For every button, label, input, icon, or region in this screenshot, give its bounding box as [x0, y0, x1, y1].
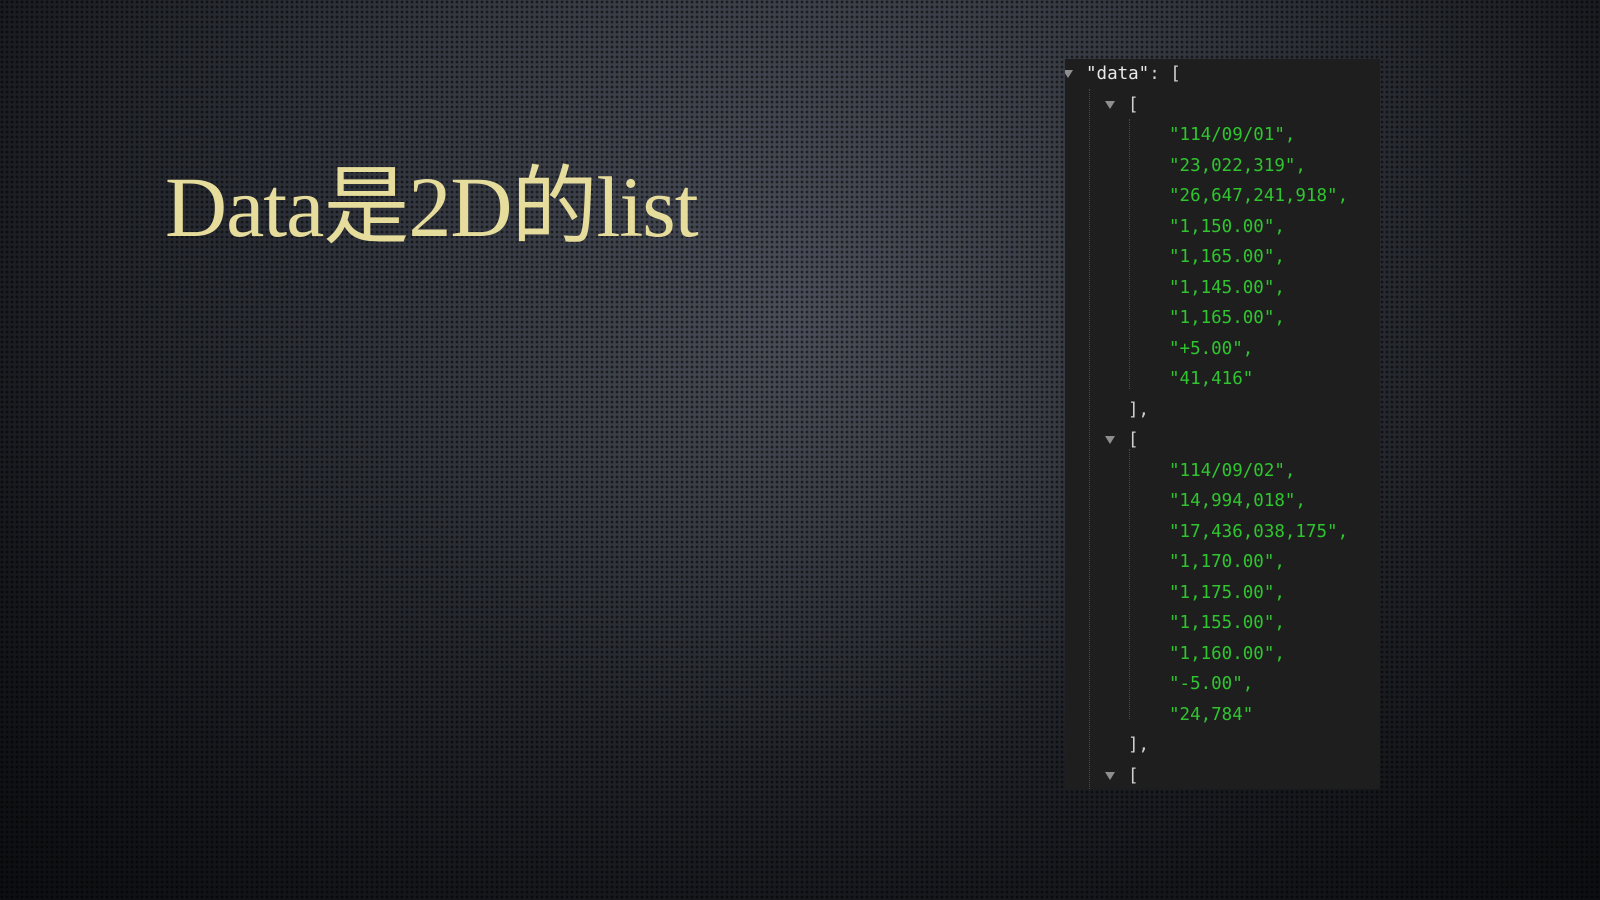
json-value-line: "23,022,319", — [1065, 151, 1380, 182]
collapse-triangle-icon[interactable] — [1105, 436, 1115, 444]
json-string-value: "17,436,038,175", — [1169, 521, 1349, 542]
collapse-triangle-icon[interactable] — [1105, 100, 1115, 109]
json-array-open: [ — [1065, 90, 1380, 121]
json-value-line: "17,436,038,175", — [1065, 517, 1380, 548]
json-string-value: "1,165.00", — [1169, 308, 1285, 328]
collapse-triangle-icon[interactable] — [1105, 771, 1115, 780]
json-value-line: "+5.00", — [1065, 334, 1380, 365]
json-value-line: "41,416" — [1065, 364, 1380, 395]
json-string-value: "1,175.00", — [1169, 582, 1285, 603]
json-colon-bracket: : [ — [1149, 64, 1181, 84]
close-bracket: ], — [1128, 399, 1150, 420]
json-string-value: "1,170.00", — [1169, 552, 1285, 572]
json-string-value: "-5.00", — [1169, 674, 1254, 694]
json-value-line: "1,150.00", — [1065, 212, 1380, 243]
json-array-close: ], — [1065, 395, 1380, 426]
json-string-value: "26,647,241,918", — [1169, 186, 1349, 206]
json-string-value: "114/09/02", — [1169, 460, 1296, 481]
json-viewer-panel[interactable]: "data": [ [ "114/09/01", "23,022,319", "… — [1065, 59, 1380, 789]
json-string-value: "+5.00", — [1169, 338, 1254, 359]
json-array-open: [ — [1065, 761, 1380, 790]
json-string-value: "14,994,018", — [1169, 491, 1306, 511]
json-value-line: "24,784" — [1065, 700, 1380, 731]
json-string-value: "23,022,319", — [1169, 155, 1306, 176]
json-string-value: "114/09/01", — [1169, 125, 1296, 145]
json-value-line: "114/09/02", — [1065, 456, 1380, 487]
open-bracket: [ — [1128, 765, 1139, 786]
json-array-open: [ — [1065, 425, 1380, 456]
json-value-line: "1,145.00", — [1065, 273, 1380, 304]
open-bracket: [ — [1128, 430, 1139, 450]
close-bracket: ], — [1128, 735, 1150, 755]
json-value-line: "114/09/01", — [1065, 120, 1380, 151]
json-array-close: ], — [1065, 730, 1380, 761]
json-value-line: "1,165.00", — [1065, 242, 1380, 273]
json-value-line: "1,160.00", — [1065, 639, 1380, 670]
json-value-line: "14,994,018", — [1065, 486, 1380, 517]
json-value-line: "1,170.00", — [1065, 547, 1380, 578]
json-string-value: "1,150.00", — [1169, 216, 1285, 237]
json-key-line: "data": [ — [1065, 59, 1380, 90]
json-value-line: "-5.00", — [1065, 669, 1380, 700]
json-value-line: "1,155.00", — [1065, 608, 1380, 639]
json-value-line: "1,165.00", — [1065, 303, 1380, 334]
collapse-triangle-icon[interactable] — [1065, 70, 1073, 78]
json-string-value: "1,145.00", — [1169, 277, 1285, 298]
json-string-value: "1,165.00", — [1169, 247, 1285, 267]
open-bracket: [ — [1128, 94, 1139, 115]
json-string-value: "41,416" — [1169, 369, 1254, 389]
json-string-value: "1,155.00", — [1169, 613, 1285, 633]
json-string-value: "24,784" — [1169, 704, 1254, 725]
json-string-value: "1,160.00", — [1169, 643, 1285, 664]
json-value-line: "26,647,241,918", — [1065, 181, 1380, 212]
slide-title: Data是2D的list — [165, 159, 699, 255]
json-key: "data" — [1086, 64, 1150, 84]
json-value-line: "1,175.00", — [1065, 578, 1380, 609]
